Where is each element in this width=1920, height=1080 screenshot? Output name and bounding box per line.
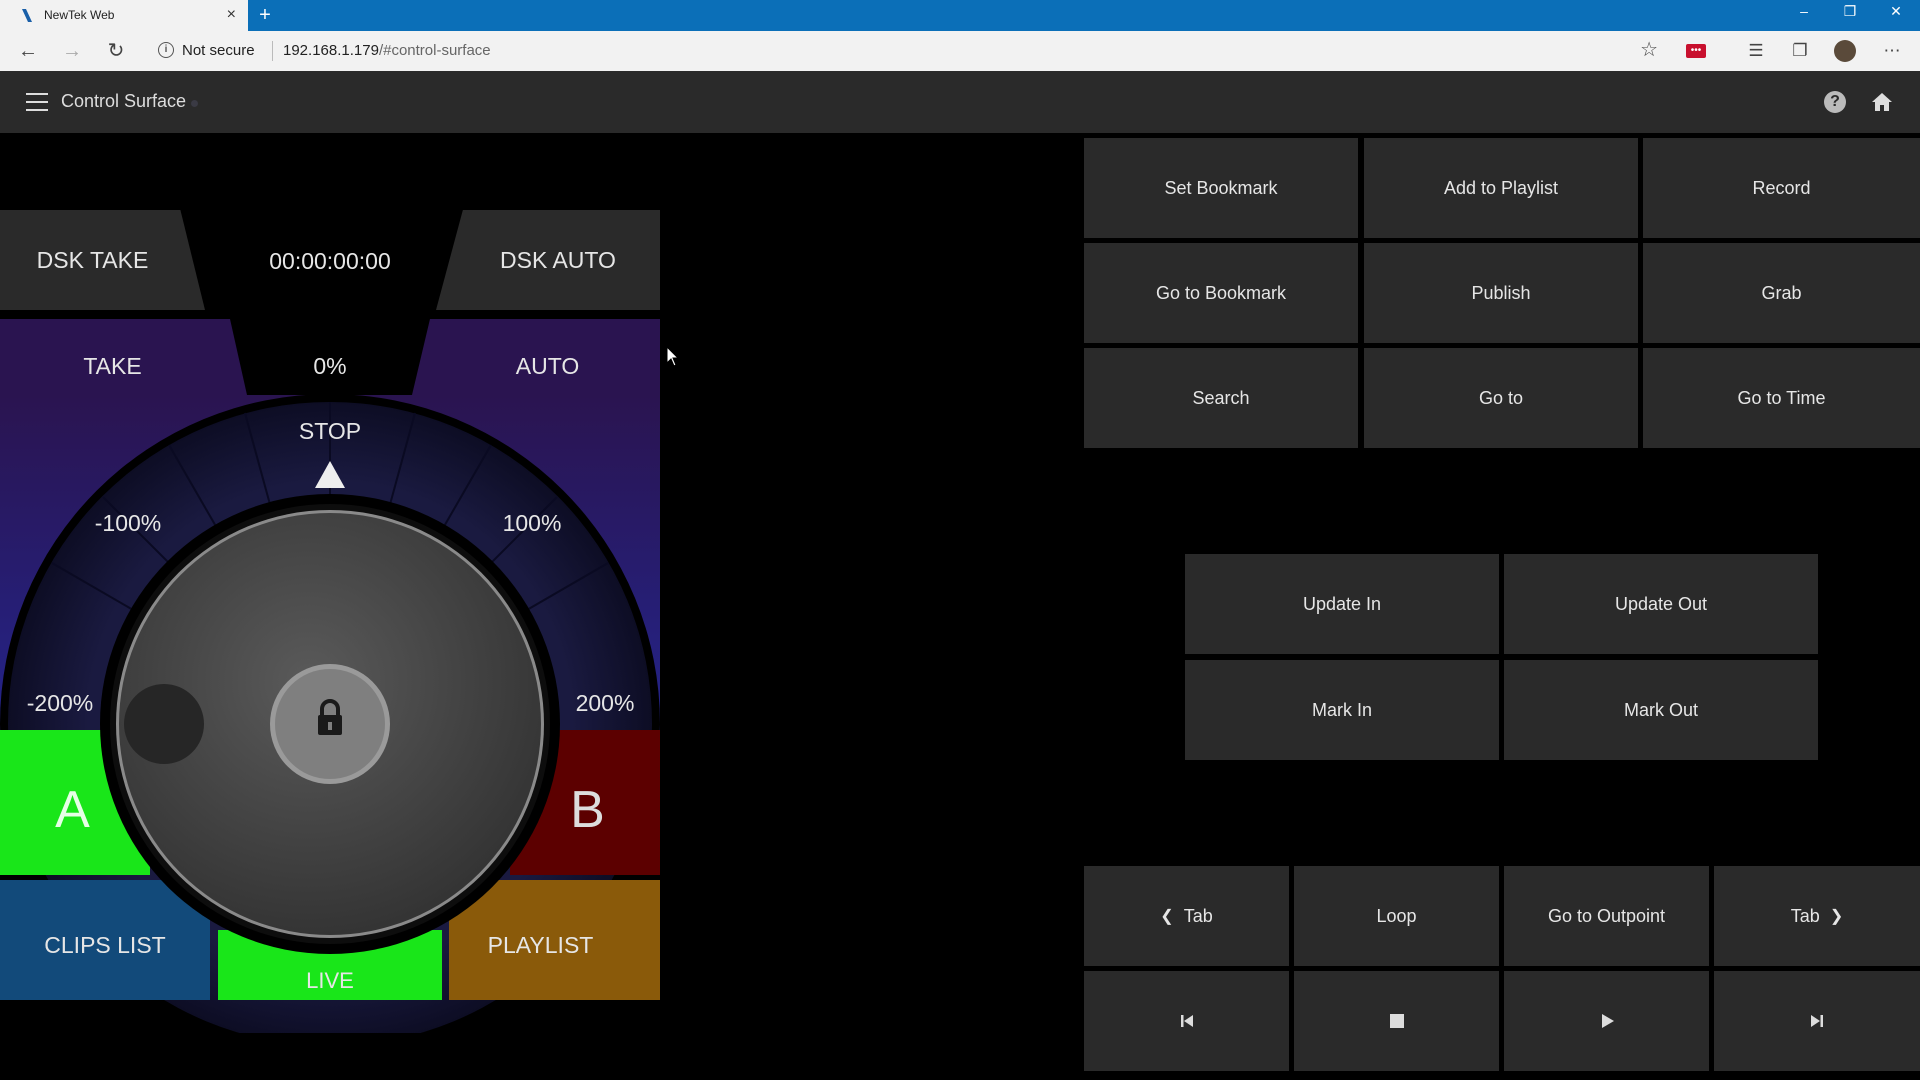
stop-label[interactable]: STOP bbox=[280, 418, 380, 445]
skip-back-icon bbox=[1180, 1015, 1193, 1027]
home-icon[interactable] bbox=[1870, 90, 1894, 114]
extension-icon[interactable]: ••• bbox=[1686, 44, 1706, 58]
favorites-icon[interactable]: ☰ bbox=[1740, 31, 1772, 71]
update-out-button[interactable]: Update Out bbox=[1504, 554, 1818, 654]
browser-tab-strip bbox=[0, 0, 1920, 31]
dsk-auto-label: DSK AUTO bbox=[500, 246, 616, 273]
menu-icon[interactable] bbox=[26, 93, 48, 111]
url-text[interactable]: 192.168.1.179/#control-surface bbox=[283, 42, 491, 59]
update-in-button[interactable]: Update In bbox=[1185, 554, 1499, 654]
mark-out-button[interactable]: Mark Out bbox=[1504, 660, 1818, 760]
mark-in-button[interactable]: Mark In bbox=[1185, 660, 1499, 760]
source-a-button[interactable]: A bbox=[0, 780, 145, 840]
lock-icon[interactable] bbox=[315, 698, 345, 738]
grab-button[interactable]: Grab bbox=[1643, 243, 1920, 343]
go-to-outpoint-button[interactable]: Go to Outpoint bbox=[1504, 866, 1709, 966]
dsk-take-label: DSK TAKE bbox=[36, 246, 149, 273]
forward-icon[interactable]: → bbox=[54, 31, 90, 71]
go-to-button[interactable]: Go to bbox=[1364, 348, 1638, 448]
playlist-button[interactable]: PLAYLIST bbox=[449, 932, 632, 959]
auto-button[interactable]: AUTO bbox=[435, 353, 660, 380]
app-header bbox=[0, 71, 1920, 133]
speed-neg200-label[interactable]: -200% bbox=[10, 690, 110, 717]
record-button[interactable]: Record bbox=[1643, 138, 1920, 238]
page-title: Control Surface bbox=[61, 91, 187, 111]
security-label: Not secure bbox=[182, 42, 255, 59]
collections-icon[interactable]: ❐ bbox=[1784, 31, 1816, 71]
info-icon[interactable]: i bbox=[158, 42, 174, 58]
skip-forward-button[interactable] bbox=[1714, 971, 1920, 1071]
go-to-time-button[interactable]: Go to Time bbox=[1643, 348, 1920, 448]
address-bar[interactable]: i Not secure 192.168.1.179/#control-surf… bbox=[148, 31, 1658, 71]
close-window-icon[interactable]: ✕ bbox=[1874, 0, 1918, 31]
source-b-button[interactable]: B bbox=[515, 780, 660, 840]
transition-percent: 0% bbox=[313, 353, 347, 379]
browser-tab[interactable]: NewTek Web × bbox=[0, 0, 248, 31]
minimize-icon[interactable]: – bbox=[1782, 0, 1826, 31]
stop-icon bbox=[1389, 1014, 1404, 1028]
set-bookmark-button[interactable]: Set Bookmark bbox=[1084, 138, 1358, 238]
favorite-star-icon[interactable]: ☆ bbox=[1640, 37, 1658, 62]
clips-list-button[interactable]: CLIPS LIST bbox=[0, 932, 210, 959]
speed-pos100-label[interactable]: 100% bbox=[482, 510, 582, 537]
tab-close-icon[interactable]: × bbox=[227, 6, 236, 24]
reload-icon[interactable]: ↻ bbox=[98, 31, 134, 71]
publish-button[interactable]: Publish bbox=[1364, 243, 1638, 343]
back-icon[interactable]: ← bbox=[10, 31, 46, 71]
stop-button[interactable] bbox=[1294, 971, 1499, 1071]
address-divider bbox=[272, 41, 273, 61]
loop-button[interactable]: Loop bbox=[1294, 866, 1499, 966]
live-button[interactable]: LIVE bbox=[218, 968, 442, 994]
go-to-bookmark-button[interactable]: Go to Bookmark bbox=[1084, 243, 1358, 343]
tab-next-button[interactable]: Tab ❯ bbox=[1714, 866, 1920, 966]
status-dot bbox=[191, 100, 198, 107]
tab-title: NewTek Web bbox=[44, 8, 115, 22]
play-button[interactable] bbox=[1504, 971, 1709, 1071]
chevron-right-icon: ❯ bbox=[1829, 908, 1844, 925]
tab-prev-label: Tab bbox=[1183, 905, 1213, 926]
speed-pos200-label[interactable]: 200% bbox=[555, 690, 655, 717]
play-icon bbox=[1601, 1014, 1614, 1028]
profile-avatar[interactable] bbox=[1834, 40, 1856, 62]
tab-prev-button[interactable]: ❮ Tab bbox=[1084, 866, 1289, 966]
restore-icon[interactable]: ❐ bbox=[1828, 0, 1872, 31]
dsk-auto-button[interactable]: DSK AUTO bbox=[436, 210, 660, 310]
new-tab-button[interactable]: + bbox=[252, 2, 278, 28]
add-to-playlist-button[interactable]: Add to Playlist bbox=[1364, 138, 1638, 238]
skip-back-button[interactable] bbox=[1084, 971, 1289, 1071]
more-icon[interactable]: ⋯ bbox=[1876, 31, 1908, 71]
dsk-take-button[interactable]: DSK TAKE bbox=[0, 210, 205, 310]
help-icon[interactable]: ? bbox=[1824, 91, 1846, 113]
newtek-favicon-icon bbox=[22, 9, 32, 22]
tab-next-label: Tab bbox=[1790, 905, 1820, 926]
take-button[interactable]: TAKE bbox=[0, 353, 225, 380]
speed-neg100-label[interactable]: -100% bbox=[78, 510, 178, 537]
chevron-left-icon: ❮ bbox=[1160, 908, 1174, 925]
search-button[interactable]: Search bbox=[1084, 348, 1358, 448]
mouse-cursor-icon bbox=[666, 346, 680, 367]
skip-forward-icon bbox=[1811, 1015, 1823, 1027]
timecode-display: 00:00:00:00 bbox=[269, 248, 391, 274]
